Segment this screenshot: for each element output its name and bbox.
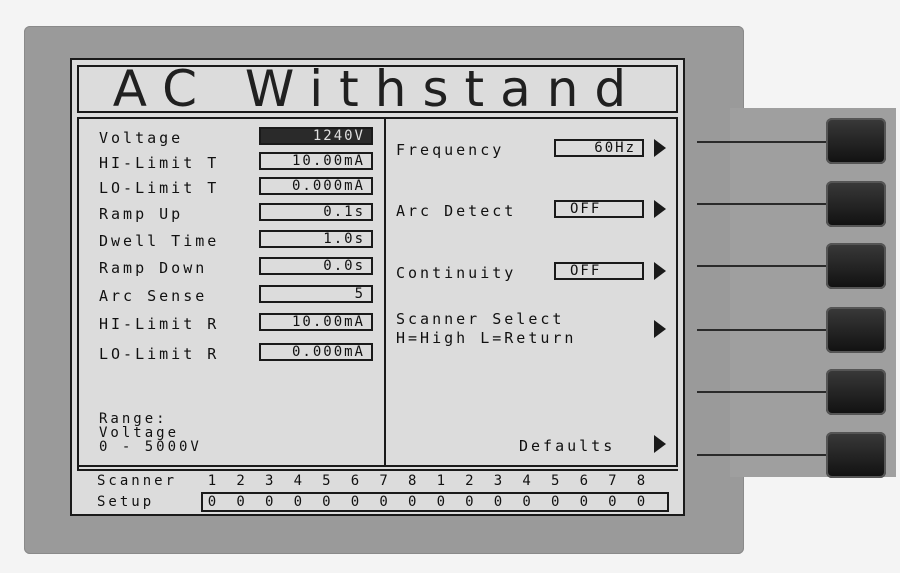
- arc-sense-label: Arc Sense: [99, 287, 208, 305]
- lo-limit-t-field[interactable]: 0.000mA: [259, 177, 373, 195]
- scanner-channel-number: 7: [379, 473, 388, 489]
- setup-value: 0: [350, 494, 360, 510]
- scanner-channel-number: 3: [493, 473, 503, 489]
- softkey-line-2: [697, 203, 829, 205]
- softkey-blank-button[interactable]: [826, 369, 886, 415]
- arc-sense-field[interactable]: 5: [259, 285, 373, 303]
- scanner-channel-number: 5: [322, 473, 331, 489]
- hi-limit-t-field[interactable]: 10.00mA: [259, 152, 373, 170]
- hi-limit-r-field[interactable]: 10.00mA: [259, 313, 373, 331]
- ramp-down-field[interactable]: 0.0s: [259, 257, 373, 275]
- scanner-channel-number: 6: [579, 473, 589, 489]
- lo-limit-t-label: LO-Limit T: [99, 179, 220, 197]
- softkey-line-6: [697, 454, 829, 456]
- scanner-label: Scanner: [97, 473, 178, 489]
- softkey-arc-detect-button[interactable]: [826, 181, 886, 227]
- frequency-field[interactable]: 60Hz: [554, 139, 644, 157]
- scanner-select-arrow-icon: [654, 320, 666, 338]
- voltage-label: Voltage: [99, 129, 184, 147]
- continuity-arrow-icon: [654, 262, 666, 280]
- defaults-arrow-icon: [654, 435, 666, 453]
- arc-detect-arrow-icon: [654, 200, 666, 218]
- scanner-channel-number: 1: [436, 473, 446, 489]
- lcd-screen: AC Withstand Voltage 1240V HI-Limit T 10…: [70, 58, 685, 516]
- setup-label: Setup: [97, 494, 155, 510]
- scanner-channel-number: 4: [522, 473, 531, 489]
- settings-panel: Frequency 60Hz Arc Detect OFF Continuity…: [384, 117, 678, 467]
- continuity-label: Continuity: [396, 264, 517, 282]
- range-value: 0 - 5000V: [99, 439, 202, 455]
- scanner-channel-number: 2: [465, 473, 474, 489]
- scanner-channel-number: 7: [608, 473, 617, 489]
- scanner-area: Scanner 1 2 3 4 5 6 7 8 1 2 3 4 5 6 7 8 Setup 0 0 0 0 0 0 0 0 0…: [77, 469, 678, 514]
- ramp-down-label: Ramp Down: [99, 259, 208, 277]
- defaults-label: Defaults: [519, 437, 616, 455]
- scanner-channel-number: 2: [236, 473, 245, 489]
- softkey-line-3: [697, 265, 829, 267]
- scanner-channel-number: 5: [550, 473, 560, 489]
- continuity-field[interactable]: OFF: [554, 262, 644, 280]
- scanner-channel-number: 1: [207, 473, 217, 489]
- range-type: Voltage: [99, 425, 180, 441]
- dwell-time-field[interactable]: 1.0s: [259, 230, 373, 248]
- setup-value: 0: [236, 494, 245, 510]
- softkey-line-1: [697, 141, 829, 143]
- softkey-continuity-button[interactable]: [826, 243, 886, 289]
- setup-value: 0: [264, 494, 274, 510]
- softkey-line-4: [697, 329, 829, 331]
- arc-detect-field[interactable]: OFF: [554, 200, 644, 218]
- setup-value: 0: [636, 494, 646, 510]
- frequency-label: Frequency: [396, 141, 505, 159]
- softkey-defaults-button[interactable]: [826, 432, 886, 478]
- setup-value: 0: [293, 494, 303, 510]
- scanner-channel-number: 3: [264, 473, 274, 489]
- scanner-channel-number: 8: [407, 473, 417, 489]
- setup-value: 0: [465, 494, 474, 510]
- frequency-arrow-icon: [654, 139, 666, 157]
- hi-limit-t-label: HI-Limit T: [99, 154, 220, 172]
- lo-limit-r-field[interactable]: 0.000mA: [259, 343, 373, 361]
- setup-value: 0: [579, 494, 589, 510]
- range-label: Range:: [99, 411, 168, 427]
- scanner-channel-number: 6: [350, 473, 360, 489]
- lo-limit-r-label: LO-Limit R: [99, 345, 220, 363]
- setup-value: 0: [608, 494, 617, 510]
- range-info: Range: Voltage 0 - 5000V: [77, 410, 386, 469]
- hi-limit-r-label: HI-Limit R: [99, 315, 220, 333]
- setup-value: 0: [436, 494, 446, 510]
- ramp-up-field[interactable]: 0.1s: [259, 203, 373, 221]
- setup-value: 0: [522, 494, 531, 510]
- voltage-field[interactable]: 1240V: [259, 127, 373, 145]
- setup-value: 0: [550, 494, 560, 510]
- scanner-channel-number: 8: [636, 473, 646, 489]
- softkey-line-5: [697, 391, 829, 393]
- screen-title: AC Withstand: [77, 65, 678, 113]
- arc-detect-label: Arc Detect: [396, 202, 517, 220]
- scanner-select-label: Scanner Select: [396, 310, 565, 328]
- scanner-channel-number: 4: [293, 473, 303, 489]
- scanner-select-hint: H=High L=Return: [396, 329, 577, 347]
- setup-value: 0: [379, 494, 388, 510]
- setup-value: 0: [322, 494, 331, 510]
- ramp-up-label: Ramp Up: [99, 205, 184, 223]
- softkey-scanner-select-button[interactable]: [826, 307, 886, 353]
- setup-value: 0: [407, 494, 417, 510]
- softkey-frequency-button[interactable]: [826, 118, 886, 164]
- dwell-time-label: Dwell Time: [99, 232, 220, 250]
- setup-value: 0: [493, 494, 503, 510]
- setup-value: 0: [207, 494, 217, 510]
